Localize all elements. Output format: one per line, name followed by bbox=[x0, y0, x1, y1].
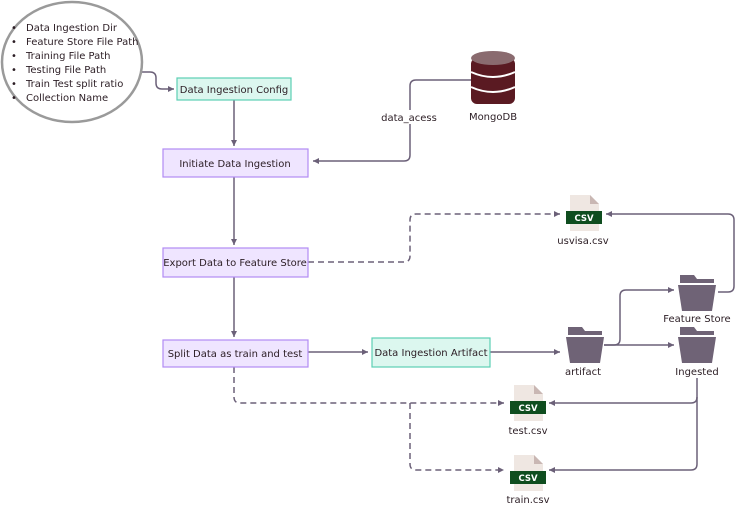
config-item: Testing File Path bbox=[25, 65, 106, 76]
ingested-folder-icon bbox=[678, 327, 716, 363]
feature-store-folder-icon bbox=[678, 275, 716, 311]
svg-text:Data Ingestion Artifact: Data Ingestion Artifact bbox=[374, 348, 487, 359]
svg-text:Initiate Data Ingestion: Initiate Data Ingestion bbox=[179, 159, 290, 170]
data-ingestion-diagram: • Data Ingestion Dir • Feature Store File … bbox=[0, 0, 735, 505]
svg-text:•: • bbox=[11, 93, 17, 104]
train-csv-label: train.csv bbox=[506, 495, 549, 505]
svg-text:CSV: CSV bbox=[518, 474, 538, 484]
config-item: Feature Store File Path bbox=[26, 37, 138, 48]
svg-text:•: • bbox=[11, 23, 17, 34]
svg-text:•: • bbox=[11, 65, 17, 76]
svg-text:•: • bbox=[11, 37, 17, 48]
config-item: Train Test split ratio bbox=[25, 79, 123, 90]
test-csv-label: test.csv bbox=[508, 426, 547, 437]
mongodb-database-icon bbox=[470, 51, 516, 104]
config-list: • Data Ingestion Dir • Feature Store File … bbox=[0, 0, 144, 124]
svg-text:Export Data to Feature Store: Export Data to Feature Store bbox=[163, 258, 307, 269]
config-item: Data Ingestion Dir bbox=[26, 23, 118, 34]
csv-file-icon: CSV bbox=[510, 455, 546, 491]
edge-list-to-config bbox=[142, 71, 174, 92]
node-config: Data Ingestion Config bbox=[176, 77, 292, 101]
artifact-folder-icon bbox=[566, 327, 604, 363]
usvisa-csv-label: usvisa.csv bbox=[557, 236, 608, 247]
edge-ingested-to-test bbox=[549, 378, 698, 406]
svg-text:CSV: CSV bbox=[518, 404, 538, 414]
config-item: Training File Path bbox=[25, 51, 111, 62]
data-access-label: data_acess bbox=[381, 113, 437, 124]
feature-store-folder-label: Feature Store bbox=[663, 314, 730, 325]
artifact-folder-label: artifact bbox=[565, 367, 601, 378]
csv-file-icon: CSV bbox=[566, 195, 602, 231]
svg-text:•: • bbox=[11, 51, 17, 62]
ingested-folder-label: Ingested bbox=[675, 367, 718, 378]
edge-export-to-usvisa bbox=[308, 211, 560, 263]
node-artifact-box: Data Ingestion Artifact bbox=[371, 337, 491, 368]
svg-text:CSV: CSV bbox=[574, 214, 594, 224]
svg-text:Data Ingestion Config: Data Ingestion Config bbox=[180, 85, 288, 96]
edge-split-to-test bbox=[233, 367, 504, 406]
csv-file-icon: CSV bbox=[510, 385, 546, 421]
edge-ingested-to-train bbox=[549, 397, 698, 473]
node-initiate: Initiate Data Ingestion bbox=[162, 148, 309, 178]
edge-feature-store-to-usvisa bbox=[606, 211, 735, 293]
node-export: Export Data to Feature Store bbox=[162, 247, 309, 278]
edge-split-to-train bbox=[409, 403, 504, 473]
config-item: Collection Name bbox=[26, 93, 108, 104]
svg-text:Split Data as train and test: Split Data as train and test bbox=[168, 349, 303, 360]
mongodb-label: MongoDB bbox=[469, 112, 517, 123]
node-split: Split Data as train and test bbox=[162, 339, 309, 368]
svg-text:•: • bbox=[11, 79, 17, 90]
